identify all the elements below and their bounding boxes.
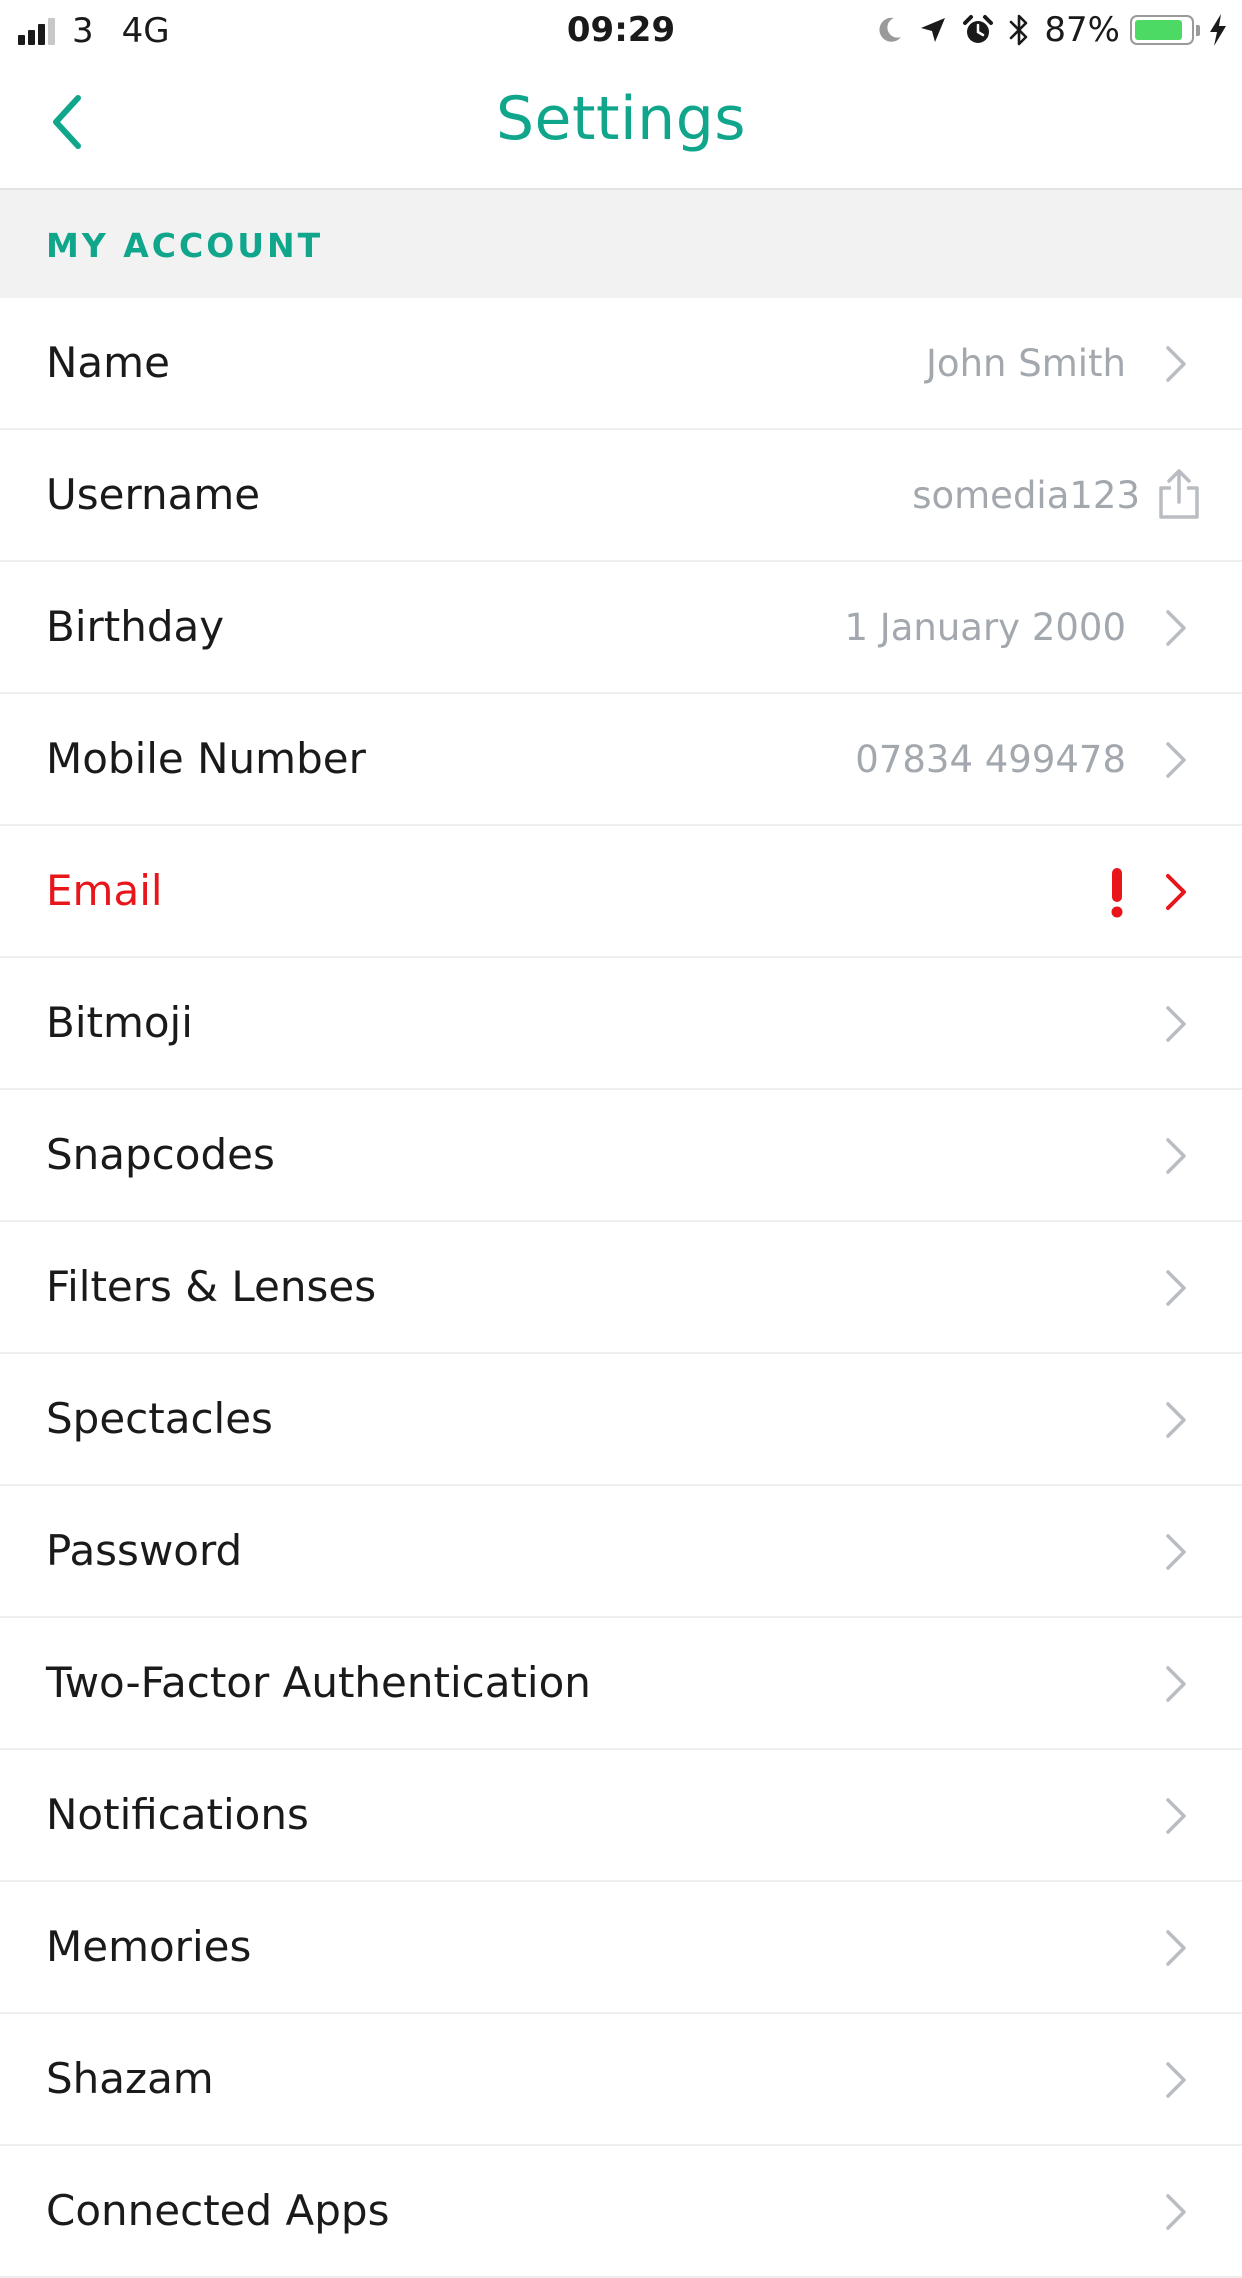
settings-row-shazam[interactable]: Shazam [0, 2014, 1242, 2146]
status-bar: 3 4G 09:29 87% [0, 0, 1242, 62]
settings-row-memories[interactable]: Memories [0, 1882, 1242, 2014]
row-label: Shazam [46, 2054, 214, 2103]
bluetooth-icon [1008, 13, 1030, 47]
settings-row-two-factor-authentication[interactable]: Two-Factor Authentication [0, 1618, 1242, 1750]
settings-row-filters-and-lenses[interactable]: Filters & Lenses [0, 1222, 1242, 1354]
battery-icon [1130, 15, 1200, 45]
battery-percent: 87% [1044, 10, 1120, 50]
settings-row-spectacles[interactable]: Spectacles [0, 1354, 1242, 1486]
chevron-right-icon [1166, 1666, 1186, 1702]
settings-row-name[interactable]: Name John Smith [0, 298, 1242, 430]
settings-row-password[interactable]: Password [0, 1486, 1242, 1618]
navigation-bar: Settings [0, 62, 1242, 190]
row-label: Username [46, 470, 261, 519]
chevron-right-icon [1166, 1138, 1186, 1174]
settings-row-bitmoji[interactable]: Bitmoji [0, 958, 1242, 1090]
row-value: 1 January 2000 [844, 606, 1127, 649]
chevron-right-icon [1166, 1402, 1186, 1438]
settings-row-notifications[interactable]: Notifications [0, 1750, 1242, 1882]
row-label: Filters & Lenses [46, 1262, 377, 1311]
moon-icon [876, 15, 904, 45]
alert-exclamation-icon [1111, 868, 1123, 918]
row-value: John Smith [926, 342, 1126, 385]
chevron-right-icon [1166, 610, 1186, 646]
row-value: somedia123 [912, 474, 1140, 517]
row-label: Bitmoji [46, 998, 193, 1047]
chevron-right-icon [1166, 1930, 1186, 1966]
row-value: 07834 499478 [855, 738, 1126, 781]
charging-bolt-icon [1208, 13, 1228, 47]
row-label: Password [46, 1526, 243, 1575]
chevron-right-icon [1166, 1534, 1186, 1570]
settings-row-mobile-number[interactable]: Mobile Number 07834 499478 [0, 694, 1242, 826]
row-label: Memories [46, 1922, 252, 1971]
section-title: MY ACCOUNT [46, 226, 324, 265]
chevron-right-icon [1166, 2062, 1186, 2098]
settings-row-username[interactable]: Username somedia123 [0, 430, 1242, 562]
row-label: Mobile Number [46, 734, 366, 783]
row-label: Notifications [46, 1790, 309, 1839]
chevron-right-icon [1166, 874, 1186, 910]
section-header-my-account: MY ACCOUNT [0, 190, 1242, 298]
chevron-right-icon [1166, 1798, 1186, 1834]
chevron-right-icon [1166, 1270, 1186, 1306]
chevron-right-icon [1166, 742, 1186, 778]
chevron-right-icon [1166, 2194, 1186, 2230]
row-label: Email [46, 866, 163, 915]
row-label: Two-Factor Authentication [46, 1658, 591, 1707]
row-label: Name [46, 338, 170, 387]
share-icon[interactable] [1156, 468, 1202, 520]
page-title: Settings [495, 84, 747, 154]
settings-list: Name John Smith Username somedia123 Birthday… [0, 298, 1242, 2278]
row-label: Snapcodes [46, 1130, 275, 1179]
settings-row-email[interactable]: Email [0, 826, 1242, 958]
location-arrow-icon [918, 15, 948, 45]
row-label: Birthday [46, 602, 225, 651]
settings-row-connected-apps[interactable]: Connected Apps [0, 2146, 1242, 2278]
alarm-clock-icon [962, 14, 994, 46]
settings-row-birthday[interactable]: Birthday 1 January 2000 [0, 562, 1242, 694]
chevron-right-icon [1166, 346, 1186, 382]
chevron-right-icon [1166, 1006, 1186, 1042]
row-label: Spectacles [46, 1394, 273, 1443]
status-bar-right: 87% [876, 8, 1228, 52]
settings-row-snapcodes[interactable]: Snapcodes [0, 1090, 1242, 1222]
row-label: Connected Apps [46, 2186, 390, 2235]
